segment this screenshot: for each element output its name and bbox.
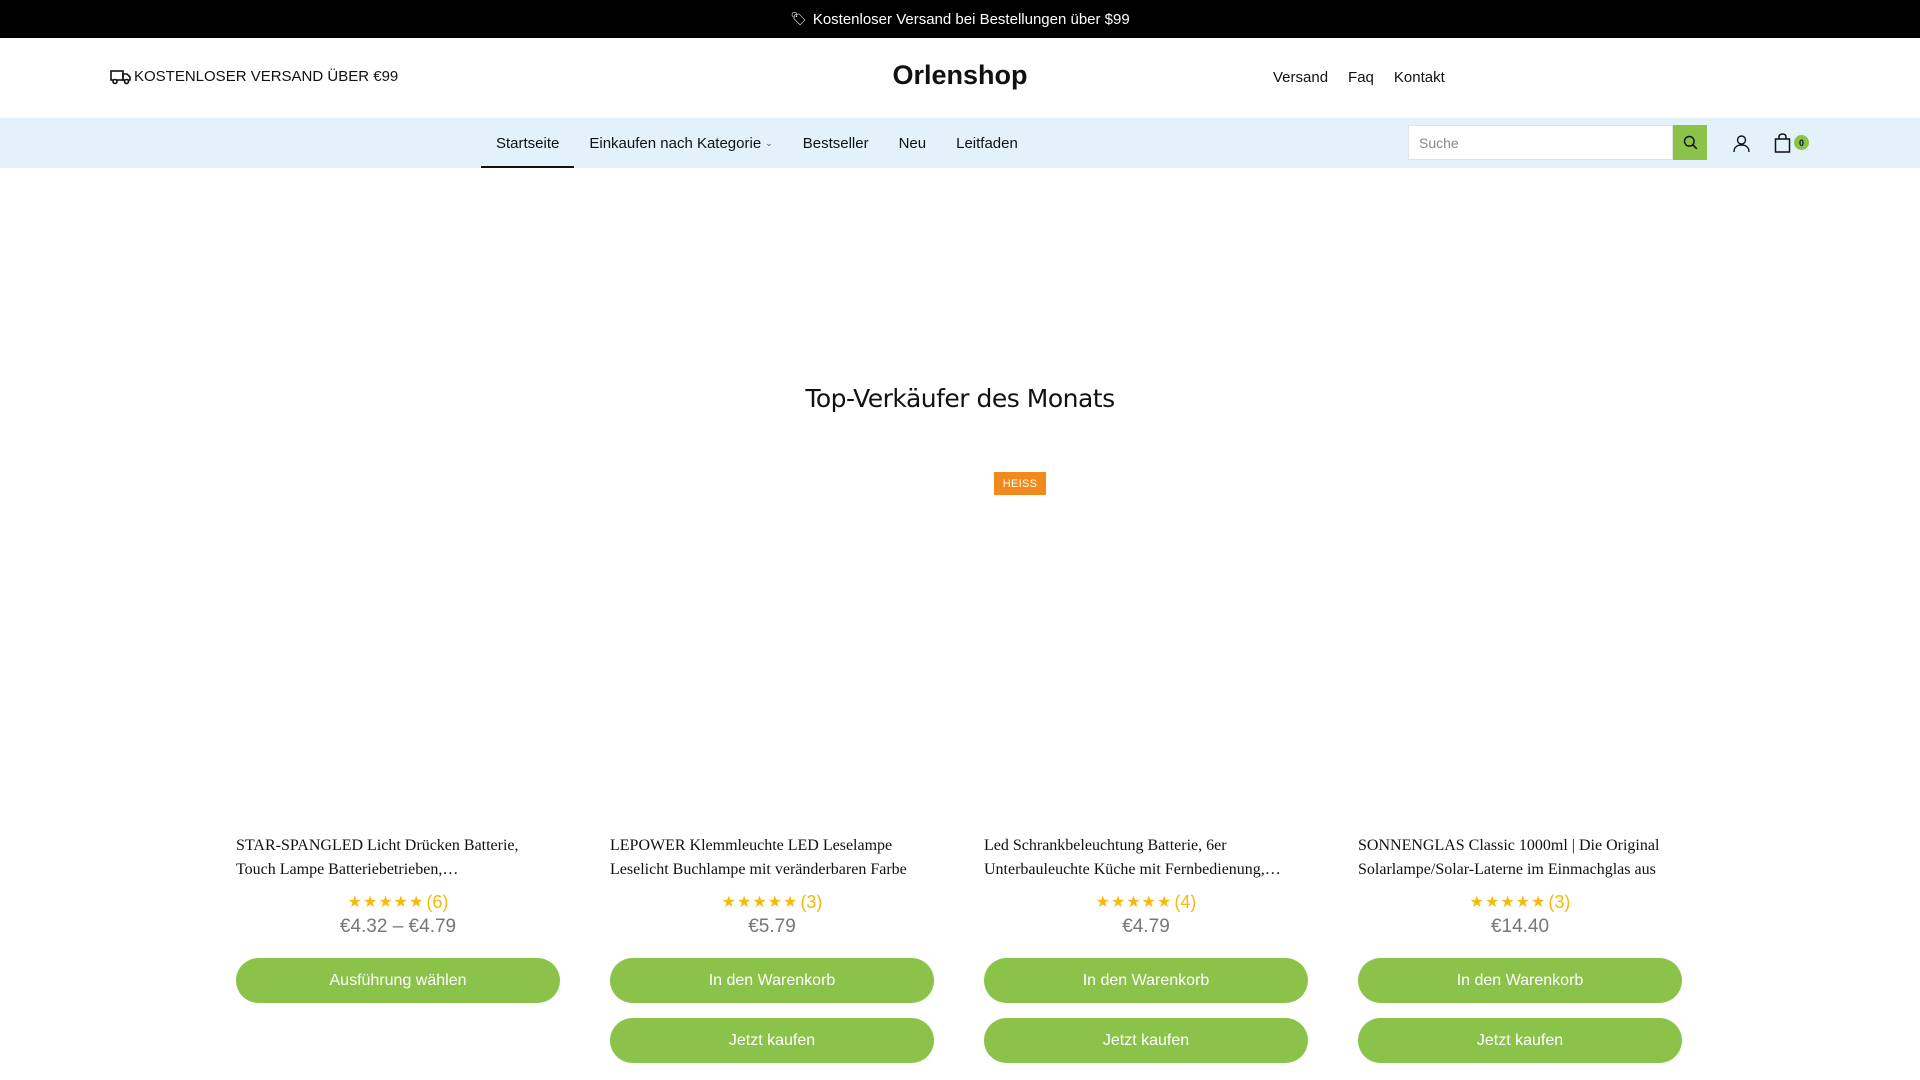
site-header: KOSTENLOSER VERSAND ÜBER €99 Orlenshop V… [0,38,1920,118]
product-price: €5.79 [748,916,796,937]
nav-item-category[interactable]: Einkaufen nach Kategorie ⌄ [574,118,787,168]
buy-now-button[interactable]: Jetzt kaufen [984,1018,1308,1063]
add-to-cart-button[interactable]: In den Warenkorb [610,958,934,1003]
product-card: LEPOWER Klemmleuchte LED Leselampe Lesel… [610,834,934,1063]
nav-item-bestseller[interactable]: Bestseller [788,118,884,168]
free-shipping-note: KOSTENLOSER VERSAND ÜBER €99 [110,68,398,85]
link-versand[interactable]: Versand [1273,69,1328,86]
search-input[interactable] [1408,125,1673,160]
cart-button[interactable]: 0 [1774,131,1812,155]
select-options-button[interactable]: Ausführung wählen [236,958,560,1003]
buy-now-button[interactable]: Jetzt kaufen [610,1018,934,1063]
product-rating: ★★★★★ (6) [236,890,560,914]
product-rating: ★★★★★ (3) [1358,890,1682,914]
cart-count-badge: 0 [1794,135,1809,150]
shopping-bag-icon [1774,133,1791,153]
main-nav: Startseite Einkaufen nach Kategorie ⌄ Be… [0,118,1920,168]
star-rating-icon: ★★★★★ [1095,894,1173,911]
search-icon [1683,135,1697,150]
link-faq[interactable]: Faq [1348,69,1374,86]
buy-now-button[interactable]: Jetzt kaufen [1358,1018,1682,1063]
product-title[interactable]: STAR-SPANGLED Licht Drücken Batterie, To… [236,834,560,882]
product-price: €14.40 [1490,916,1550,937]
product-price: €4.32 – €4.79 [339,916,457,937]
account-button[interactable] [1730,132,1752,154]
nav-item-label: Neu [898,134,927,152]
star-rating-icon: ★★★★★ [721,894,799,911]
section-title: Top-Verkäufer des Monats [805,384,1115,413]
free-shipping-text: KOSTENLOSER VERSAND ÜBER €99 [134,68,399,85]
review-count[interactable]: (4) [1174,892,1196,913]
nav-item-label: Leitfaden [956,134,1018,152]
add-to-cart-button[interactable]: In den Warenkorb [984,958,1308,1003]
header-links: Versand Faq Kontakt [1273,69,1445,86]
chevron-down-icon: ⌄ [765,137,773,148]
product-rating: ★★★★★ (3) [610,890,934,914]
product-title[interactable]: Led Schrankbeleuchtung Batterie, 6er Unt… [984,834,1308,882]
product-card: STAR-SPANGLED Licht Drücken Batterie, To… [236,834,560,1003]
nav-item-label: Startseite [496,134,560,152]
review-count[interactable]: (3) [800,892,822,913]
product-title[interactable]: SONNENGLAS Classic 1000ml | Die Original… [1358,834,1682,882]
product-card: Led Schrankbeleuchtung Batterie, 6er Unt… [984,834,1308,1063]
truck-icon [110,69,131,84]
add-to-cart-button[interactable]: In den Warenkorb [1358,958,1682,1003]
link-kontakt[interactable]: Kontakt [1394,69,1445,86]
star-rating-icon: ★★★★★ [347,894,425,911]
nav-item-neu[interactable]: Neu [884,118,942,168]
nav-item-label: Bestseller [802,134,869,152]
tag-icon: 🏷 [790,11,807,26]
product-rating: ★★★★★ (4) [984,890,1308,914]
nav-item-leitfaden[interactable]: Leitfaden [941,118,1033,168]
announcement-text: Kostenloser Versand bei Bestellungen übe… [812,10,1130,28]
announcement-bar: 🏷 Kostenloser Versand bei Bestellungen ü… [0,0,1920,38]
product-price: €4.79 [1122,916,1170,937]
product-title[interactable]: LEPOWER Klemmleuchte LED Leselampe Lesel… [610,834,934,882]
search-button[interactable] [1673,125,1707,160]
hot-badge: HEISS [994,472,1046,495]
review-count[interactable]: (3) [1548,892,1570,913]
nav-item-label: Einkaufen nach Kategorie [589,134,762,152]
review-count[interactable]: (6) [426,892,448,913]
star-rating-icon: ★★★★★ [1469,894,1547,911]
search-box [1408,125,1707,160]
product-card: SONNENGLAS Classic 1000ml | Die Original… [1358,834,1682,1063]
nav-menu: Startseite Einkaufen nach Kategorie ⌄ Be… [481,118,1033,168]
user-icon [1732,134,1750,152]
nav-item-startseite[interactable]: Startseite [481,118,575,168]
brand-logo[interactable]: Orlenshop [892,60,1027,90]
